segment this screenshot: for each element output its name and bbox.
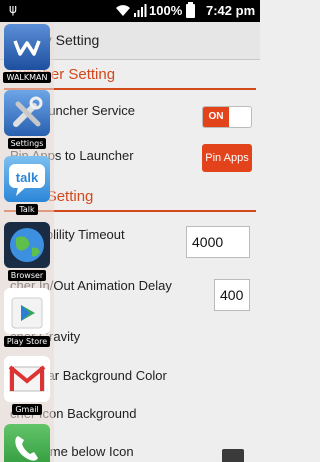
app-name-below-checkbox[interactable] xyxy=(222,449,244,462)
browser-icon xyxy=(4,222,50,268)
launcher-service-toggle[interactable]: ON xyxy=(202,106,252,128)
settings-icon xyxy=(4,90,50,136)
dock-app-walkman[interactable]: WALKMAN xyxy=(2,24,52,83)
phone-icon xyxy=(4,424,50,462)
app-label: Gmail xyxy=(12,404,42,415)
visibility-timeout-input[interactable]: 4000 xyxy=(186,226,250,258)
app-label: Talk xyxy=(16,204,38,215)
dock-app-play-store[interactable]: Play Store xyxy=(2,288,52,347)
usb-icon: ψ xyxy=(9,2,17,16)
svg-text:talk: talk xyxy=(16,170,39,185)
dock-app-phone[interactable] xyxy=(2,424,52,462)
play-store-icon xyxy=(4,288,50,334)
battery-icon xyxy=(186,2,195,18)
app-label: Browser xyxy=(7,270,47,281)
pin-apps-button[interactable]: Pin Apps xyxy=(202,144,252,172)
toggle-on-label: ON xyxy=(203,107,229,127)
battery-percent: 100% xyxy=(149,3,183,18)
clock: 7:42 pm xyxy=(206,3,256,18)
walkman-icon xyxy=(4,24,50,70)
dock-app-gmail[interactable]: Gmail xyxy=(2,356,52,415)
animation-delay-input[interactable]: 400 xyxy=(214,279,250,311)
dock-app-browser[interactable]: Browser xyxy=(2,222,52,281)
dock-app-talk[interactable]: talk Talk xyxy=(2,156,52,215)
signal-icon xyxy=(134,4,147,17)
app-label: Play Store xyxy=(3,336,51,347)
talk-icon: talk xyxy=(4,156,50,202)
app-label: Settings xyxy=(7,138,47,149)
wifi-icon xyxy=(116,5,130,16)
status-bar: ψ 100% 7:42 pm xyxy=(0,0,260,22)
dock-app-settings[interactable]: Settings xyxy=(2,90,52,149)
app-dock: WALKMAN Settings talk Talk Browser Play … xyxy=(0,22,54,462)
gmail-icon xyxy=(4,356,50,402)
app-label: WALKMAN xyxy=(3,72,51,83)
